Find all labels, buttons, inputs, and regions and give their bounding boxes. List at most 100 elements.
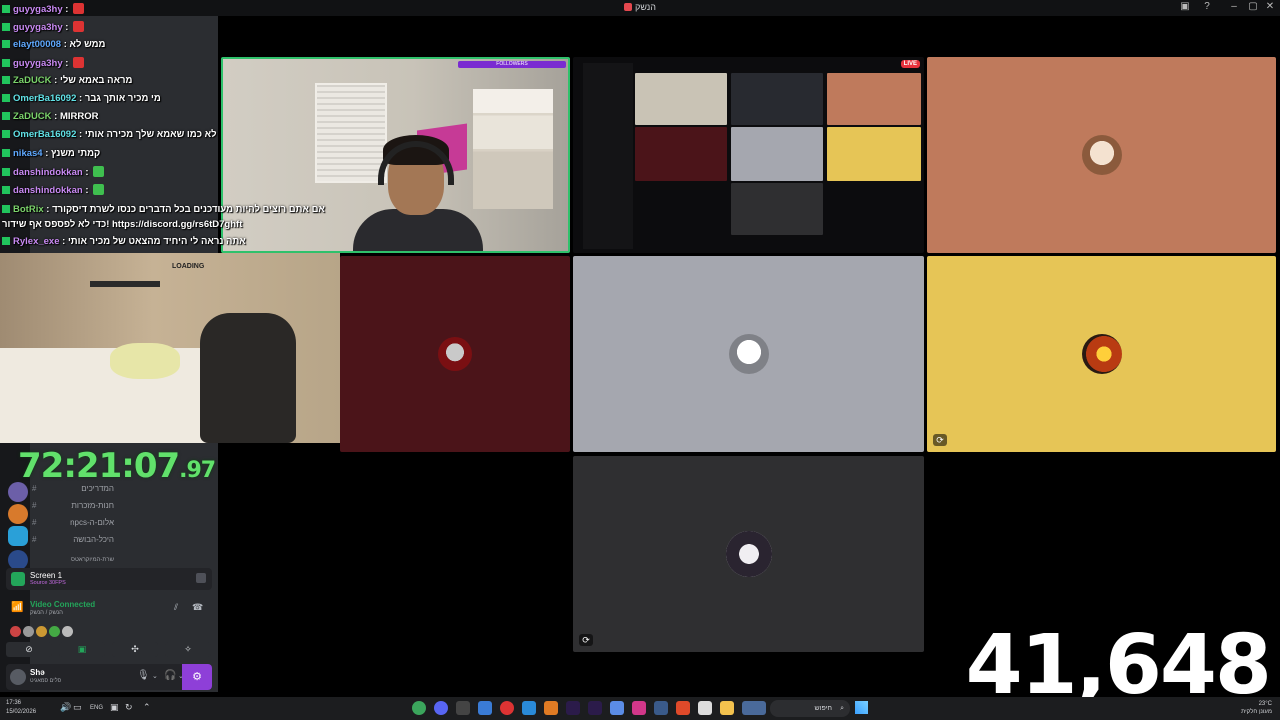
chat-separator: : — [54, 111, 58, 122]
channel-item[interactable]: # חנות-מזכרות — [32, 501, 114, 510]
taskbar-app-icon[interactable] — [698, 701, 712, 715]
chat-username: Rylex_exe — [13, 236, 60, 247]
chat-separator: : — [79, 93, 83, 104]
search-box[interactable]: חיפוש ⌕ — [770, 700, 850, 717]
camera-off-button[interactable]: ⊘ — [6, 642, 52, 657]
minimize-button[interactable]: – — [1226, 1, 1242, 15]
room-camera-tile[interactable]: LOADING — [0, 253, 340, 443]
discord-app-icon[interactable] — [434, 701, 448, 715]
mod-badge-icon — [2, 205, 10, 213]
share-screen-button[interactable]: ▣ — [59, 642, 105, 657]
chevron-down-icon[interactable]: ⌄ — [152, 672, 158, 680]
server-icon[interactable] — [8, 526, 28, 546]
connection-status: Video Connected — [30, 600, 96, 609]
screen-share-tile[interactable]: LIVE — [573, 57, 924, 253]
noise-suppression-icon[interactable]: ⫽ — [174, 602, 178, 613]
user-status: סלים סמאגיט — [30, 678, 62, 684]
voice-buttons: ⊘ ▣ ✣ ✧ — [6, 642, 212, 658]
gaming-chair — [200, 313, 296, 443]
screen-label: Screen 1 — [30, 571, 63, 580]
channel-label: אלום-ה-npcs — [70, 518, 114, 527]
taskbar-app-icon[interactable] — [632, 701, 646, 715]
chat-message: Rylex_exe : אתה נראה לי היחיד מהצאט של מ… — [2, 236, 246, 252]
avatar[interactable] — [10, 669, 26, 685]
maximize-button[interactable]: ▢ — [1245, 1, 1261, 15]
file-explorer-icon[interactable] — [720, 701, 734, 715]
user-panel: Shə סלים סמאגיט 🎙 ⌄ 🎧 ⌄ ⚙ — [6, 664, 212, 690]
brave-app-icon[interactable] — [676, 701, 690, 715]
chat-message: elayt00008 : ממש לא — [2, 39, 105, 55]
screen-share-row[interactable]: Screen 1 Source 30FPS — [6, 568, 212, 590]
participant-tile[interactable]: ⟳ — [927, 256, 1276, 452]
steam-app-icon[interactable] — [654, 701, 668, 715]
settings-gear-icon[interactable]: ⚙ — [182, 664, 212, 690]
stop-share-icon[interactable] — [196, 573, 206, 583]
taskbar-app-icon[interactable] — [478, 701, 492, 715]
chat-separator: : — [54, 75, 58, 86]
channel-item[interactable]: # אלום-ה-npcs — [32, 518, 114, 527]
activities-button[interactable]: ✣ — [112, 642, 158, 657]
taskbar-app-icon[interactable] — [500, 701, 514, 715]
participant-avatar — [438, 337, 472, 371]
search-icon: ⌕ — [840, 705, 844, 712]
voice-connection-row: 📶 Video Connected הנשק / הנשק ⫽ ☎ — [6, 596, 212, 626]
clock[interactable]: 17:36 15/02/2026 — [6, 699, 36, 717]
channel-item[interactable]: # היכל-הבושה — [32, 535, 114, 544]
category-header[interactable]: שרת-המיוקראטס — [44, 557, 114, 563]
mini-avatar — [62, 626, 73, 637]
language-indicator[interactable]: ENG — [90, 705, 103, 711]
chat-separator: : — [65, 58, 69, 69]
soundboard-button[interactable]: ✧ — [165, 642, 211, 657]
chat-separator: : — [65, 4, 69, 15]
shared-tile — [731, 183, 823, 235]
mod-badge-icon — [2, 76, 10, 84]
close-button[interactable]: ✕ — [1262, 1, 1278, 15]
signal-icon: 📶 — [11, 602, 24, 613]
volume-icon[interactable]: 🔊 — [60, 702, 71, 713]
premiere-app-icon[interactable] — [588, 701, 602, 715]
participant-tile[interactable] — [340, 256, 570, 452]
microphone-icon[interactable]: 🎙 — [137, 670, 150, 681]
participant-tile[interactable]: ⟳ — [573, 456, 924, 652]
taskbar-app-icon[interactable] — [742, 701, 766, 715]
participant-avatar — [725, 531, 772, 577]
mod-badge-icon — [2, 168, 10, 176]
start-menu-icon[interactable] — [855, 701, 868, 714]
chevron-up-icon[interactable]: ⌃ — [143, 702, 151, 713]
after-effects-app-icon[interactable] — [566, 701, 580, 715]
shared-tile — [635, 127, 727, 181]
weather-widget[interactable]: 23°C מעונן חלקית — [1241, 700, 1272, 716]
taskbar-app-icon[interactable] — [522, 701, 536, 715]
taskbar-app-icon[interactable] — [456, 701, 470, 715]
chat-text: אם אתם רוצים להיות מעודכנים בכל הדברים כ… — [2, 204, 325, 230]
server-icon[interactable] — [8, 504, 28, 524]
headphones-icon[interactable]: 🎧 — [164, 670, 176, 681]
chat-message: nikas4 : קמתי משנץ — [2, 148, 100, 164]
participant-tile[interactable] — [573, 256, 924, 452]
chat-username: ZaDUCK — [13, 75, 52, 86]
help-icon[interactable]: ? — [1199, 1, 1215, 15]
taskbar-app-icon[interactable] — [610, 701, 624, 715]
chat-username: danshindokkan — [13, 167, 83, 178]
chat-separator: : — [62, 236, 66, 247]
chrome-app-icon[interactable] — [412, 701, 426, 715]
tray-icon[interactable]: ↻ — [125, 702, 133, 713]
emote-icon — [73, 3, 85, 14]
mod-badge-icon — [2, 149, 10, 157]
chat-separator: : — [85, 185, 89, 196]
taskbar-app-icon[interactable] — [544, 701, 558, 715]
inbox-icon[interactable]: ▣ — [1177, 1, 1193, 15]
mini-avatar — [10, 626, 21, 637]
server-icon[interactable] — [8, 550, 28, 570]
tray-icon[interactable]: ▣ — [110, 702, 119, 713]
mod-badge-icon — [2, 59, 10, 67]
chat-username: OmerBa16092 — [13, 93, 77, 104]
participant-tile[interactable] — [927, 57, 1276, 253]
chat-username: OmerBa16092 — [13, 129, 77, 140]
disconnect-icon[interactable]: ☎ — [192, 602, 203, 613]
emote-icon — [73, 57, 85, 68]
weather-temp: 23°C — [1258, 701, 1272, 707]
network-icon[interactable]: ▭ — [73, 702, 82, 713]
screen-sub: Source 30FPS — [30, 580, 66, 586]
chat-username: ZaDUCK — [13, 111, 52, 122]
